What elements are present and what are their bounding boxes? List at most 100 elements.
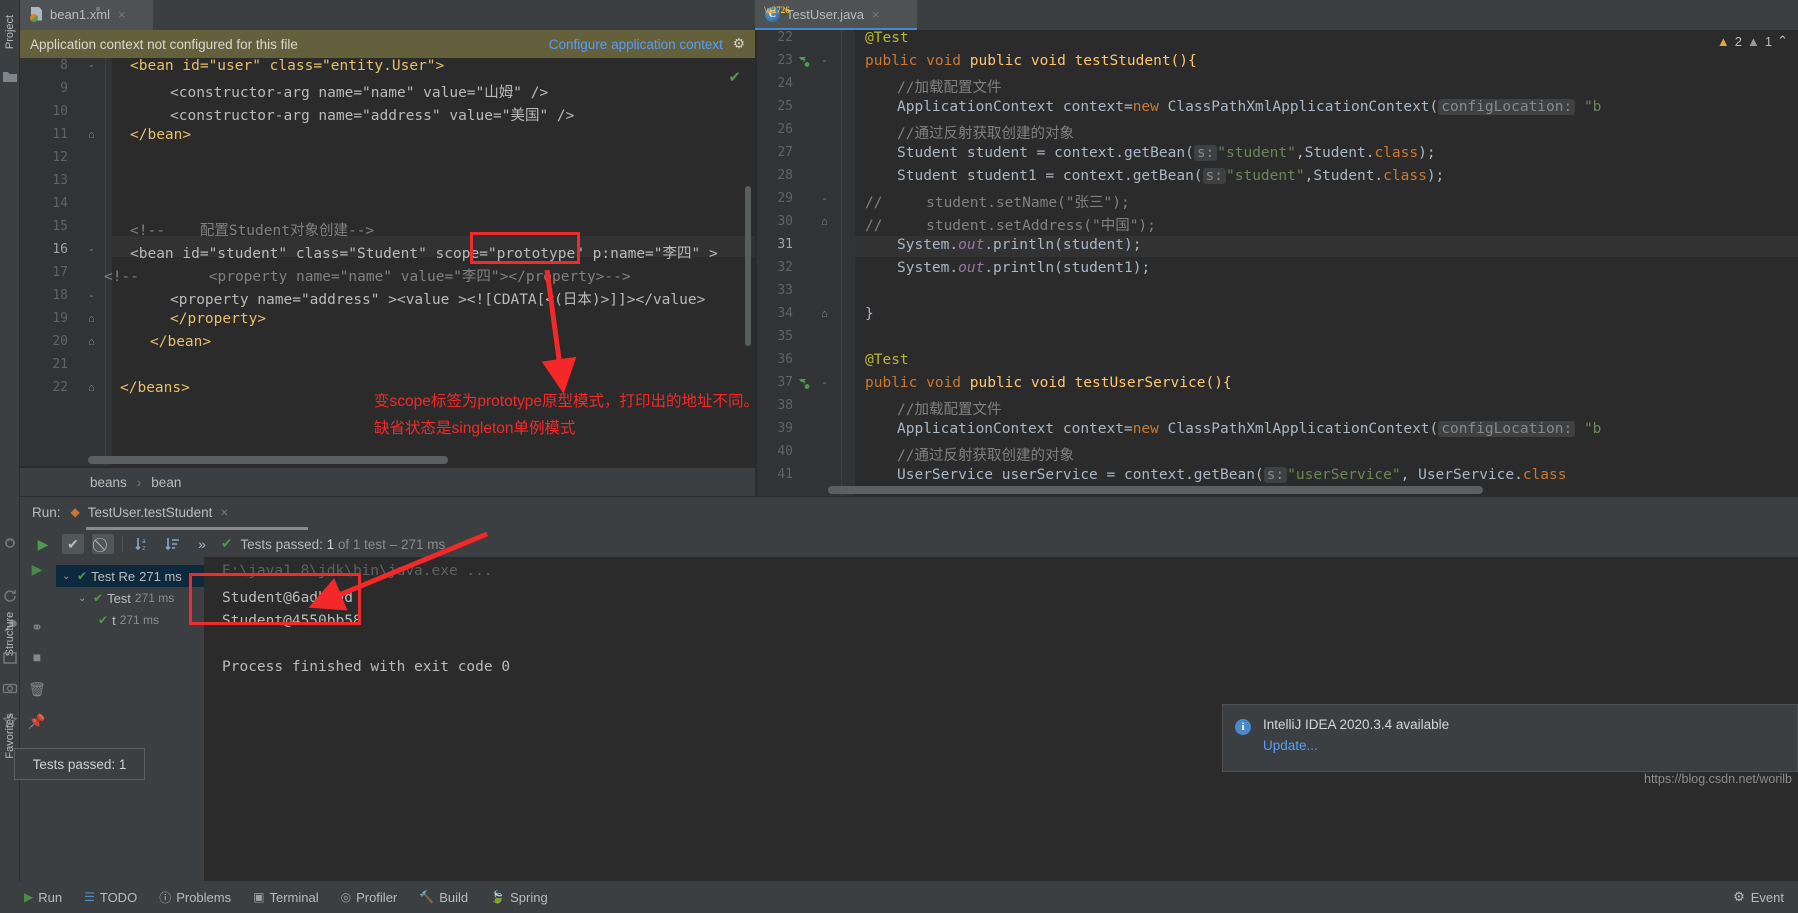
camera-icon[interactable] <box>2 680 18 696</box>
line-number: 17 <box>52 265 68 280</box>
project-folder-icon[interactable] <box>2 68 18 84</box>
sort-alphabetically-button[interactable]: az <box>131 534 153 554</box>
test-tree-row[interactable]: ⌄ ✔ Test Re 271 ms <box>56 565 204 587</box>
line-number: 15 <box>52 219 68 234</box>
line-number: 31 <box>777 237 793 252</box>
tab-label: TestUser.java <box>786 6 865 22</box>
breadcrumb-bean[interactable]: bean <box>151 475 181 490</box>
fold-marker[interactable]: ⌂ <box>819 309 830 320</box>
statusbar-item-problems[interactable]: ⓘ Problems <box>159 889 231 906</box>
line-number: 36 <box>777 352 793 367</box>
close-icon[interactable]: × <box>220 505 228 520</box>
statusbar-item-terminal[interactable]: ▣ Terminal <box>253 890 318 905</box>
fold-marker[interactable]: ⌂ <box>86 383 97 394</box>
code-fragment: ,Student. <box>1304 168 1384 184</box>
close-icon[interactable]: × <box>872 7 880 22</box>
update-link[interactable]: Update... <box>1263 738 1783 753</box>
run-configuration-tab[interactable]: ◆ TestUser.testStudent × <box>71 505 229 520</box>
chevron-down-icon[interactable]: ⌄ <box>78 593 89 604</box>
statusbar-label: Problems <box>176 889 232 905</box>
statusbar-item-todo[interactable]: ☰ TODO <box>84 890 137 905</box>
run-test-gutter-icon[interactable] <box>797 55 810 68</box>
fold-marker[interactable]: - <box>86 245 97 256</box>
show-passed-toggle[interactable]: ✔ <box>62 534 84 554</box>
fold-marker[interactable]: - <box>819 56 830 67</box>
code-fragment: ApplicationContext context= <box>897 99 1133 115</box>
code-line: Student student = context.getBean(s: "stu… <box>897 145 1436 161</box>
tab-bean1-xml[interactable]: bean1.xml × <box>20 0 153 30</box>
java-editor[interactable]: 22 23 - 24 25 26 27 28 29 - 30 ⌂ 31 32 3… <box>757 30 1798 496</box>
fold-marker[interactable]: ⌂ <box>86 314 97 325</box>
terminal-square-icon[interactable] <box>2 650 18 666</box>
chevron-right-icon: › <box>136 474 142 490</box>
code-line: <!-- <property name="name" value="李四"></… <box>104 269 631 285</box>
fold-marker[interactable]: ⌂ <box>86 337 97 348</box>
indent-guide <box>841 30 842 496</box>
statusbar-item-profiler[interactable]: ◎ Profiler <box>341 890 398 905</box>
java-gutter: 22 23 - 24 25 26 27 28 29 - 30 ⌂ 31 32 3… <box>757 30 855 496</box>
inspection-warnings-widget[interactable]: ▲ 2 ▲ 1 ⌃ <box>1717 33 1788 49</box>
tool-window-project[interactable]: Project <box>4 4 16 60</box>
fold-marker[interactable]: - <box>819 194 830 205</box>
test-tree-row[interactable]: ✔ t 271 ms <box>56 609 204 631</box>
statusbar-item-run[interactable]: ▶ Run <box>24 890 62 905</box>
keyword-class: class <box>1522 467 1567 483</box>
breadcrumb-beans[interactable]: beans <box>90 475 127 490</box>
test-tree-row[interactable]: ⌄ ✔ Test 271 ms <box>56 587 204 609</box>
pin-side-icon[interactable]: 📌 <box>28 713 46 731</box>
stop-side-icon[interactable]: ■ <box>28 649 46 667</box>
code-line: </beans> <box>120 380 190 396</box>
inspection-ok-icon: ✔ <box>728 69 741 86</box>
code-fragment: System. <box>897 237 959 253</box>
java-horizontal-scrollbar[interactable] <box>828 486 1483 494</box>
annotation-text-line2: 缺省状态是singleton单例模式 <box>374 420 576 437</box>
statusbar-label: Build <box>439 889 469 905</box>
xml-horizontal-scrollbar[interactable] <box>88 456 448 464</box>
run-config-name: TestUser.testStudent <box>87 504 213 520</box>
update-notification-balloon[interactable]: i IntelliJ IDEA 2020.3.4 available Updat… <box>1222 704 1798 772</box>
terminal-icon: ▣ <box>253 890 265 904</box>
statusbar-item-spring[interactable]: 🍃 Spring <box>490 890 548 905</box>
svg-text:z: z <box>142 545 146 552</box>
debug-icon[interactable] <box>2 534 18 550</box>
close-icon[interactable]: × <box>118 7 126 22</box>
code-line: <bean id="user" class="entity.User"> <box>130 58 445 74</box>
trash-side-icon[interactable]: 🗑 <box>28 681 46 699</box>
java-code-area[interactable]: @Test public void public void testStuden… <box>855 30 1798 496</box>
test-results-tree[interactable]: ⌄ ✔ Test Re 271 ms ⌄ ✔ Test 271 ms ✔ t 2… <box>56 557 204 882</box>
line-number: 13 <box>52 173 68 188</box>
run-header: Run: ◆ TestUser.testStudent × <box>20 497 1798 527</box>
line-number: 11 <box>52 127 68 142</box>
code-line: @Test <box>865 30 909 46</box>
fold-marker[interactable]: ⌂ <box>819 217 830 228</box>
fold-marker[interactable]: - <box>86 291 97 302</box>
expand-toolbar-button[interactable]: » <box>191 534 213 554</box>
fold-marker[interactable]: - <box>86 61 97 72</box>
code-line: </property> <box>170 311 267 327</box>
debug-side-icon[interactable]: ⚭ <box>28 619 46 637</box>
chevron-up-icon[interactable]: ⌃ <box>1777 33 1788 49</box>
code-line: @Test <box>865 352 909 368</box>
xml-vertical-scrollbar[interactable] <box>745 186 751 346</box>
gear-icon[interactable]: ⚙ <box>733 36 745 52</box>
mute-breakpoints-toggle[interactable]: ⃠ <box>92 534 114 554</box>
fold-marker[interactable]: ⌂ <box>86 130 97 141</box>
statusbar-item-event-log[interactable]: ⚙ Event <box>1733 889 1784 905</box>
field-out: out <box>958 260 985 276</box>
chevron-down-icon[interactable]: ⌄ <box>62 571 73 582</box>
line-number: 41 <box>777 467 793 482</box>
line-number: 40 <box>777 444 793 459</box>
fold-marker[interactable]: - <box>819 378 830 389</box>
statusbar-item-build[interactable]: 🔨 Build <box>419 890 468 905</box>
test-name: t <box>112 612 116 628</box>
configure-application-context-link[interactable]: Configure application context <box>549 37 723 52</box>
refresh-icon[interactable] <box>2 588 18 604</box>
run-test-gutter-icon[interactable] <box>797 377 810 390</box>
sort-by-duration-button[interactable] <box>161 534 183 554</box>
code-fragment: ClassPathXmlApplicationContext( <box>1158 99 1439 115</box>
rerun-side-icon[interactable]: ▶ <box>28 561 46 579</box>
indent-guide <box>105 58 106 466</box>
rerun-button[interactable]: ▶ <box>32 534 54 554</box>
test-name: Test <box>107 590 131 606</box>
tab-testuser-java[interactable]: C \u2726 TestUser.java × <box>755 0 917 30</box>
